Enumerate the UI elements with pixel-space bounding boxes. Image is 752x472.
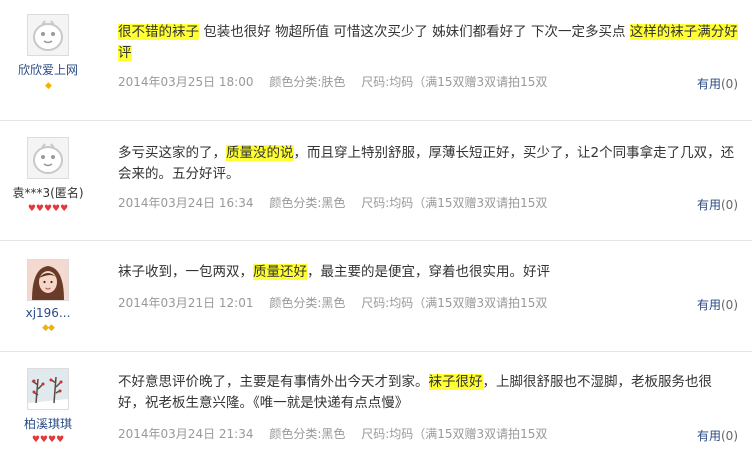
review-date: 2014年03月25日 18:00	[118, 75, 254, 89]
review-text-part: ，最主要的是便宜，穿着也很实用。好评	[307, 264, 550, 280]
review-date: 2014年03月24日 21:34	[118, 427, 254, 441]
review-text-part: 袜子收到，一包两双，	[118, 264, 253, 280]
review-text-part: 多亏买这家的了，	[118, 145, 226, 161]
useful-button[interactable]: 有用(0)	[697, 75, 738, 92]
useful-label: 有用	[696, 429, 721, 443]
reviewer-name: 袁***3(匿名)	[12, 186, 84, 200]
reviewer-name[interactable]: 柏溪琪琪	[0, 415, 96, 432]
useful-button[interactable]: 有用(0)	[697, 196, 738, 213]
review-text: 很不错的袜子 包装也很好 物超所值 可惜这次买少了 姊妹们都看好了 下次一定多买…	[118, 22, 738, 64]
color-option: 颜色分类:肤色	[269, 75, 346, 89]
review-text: 袜子收到，一包两双，质量还好，最主要的是便宜，穿着也很实用。好评	[118, 262, 738, 283]
review-item: 欣欣爱上网 ◆ 很不错的袜子 包装也很好 物超所值 可惜这次买少了 姊妹们都看好…	[0, 0, 752, 121]
heart-level-icon: ♥♥♥♥	[31, 435, 65, 445]
reviewer: 柏溪琪琪 ♥♥♥♥	[0, 368, 96, 445]
reviewer-name[interactable]: xj196...	[0, 306, 96, 320]
useful-button[interactable]: 有用(0)	[697, 296, 738, 313]
useful-label: 有用	[696, 298, 721, 312]
diamond-level-icon: ◆	[45, 81, 52, 91]
review-date: 2014年03月21日 12:01	[118, 296, 254, 310]
review-text: 不好意思评价晚了，主要是有事情外出今天才到家。袜子很好，上脚很舒服也不湿脚，老板…	[118, 372, 738, 414]
review-item: xj196... ◆◆ 袜子收到，一包两双，质量还好，最主要的是便宜，穿着也很实…	[0, 241, 752, 352]
useful-label: 有用	[696, 198, 721, 212]
ghost-avatar-icon[interactable]	[27, 14, 69, 56]
ghost-avatar-icon[interactable]	[27, 137, 69, 179]
review-meta: 2014年03月24日 21:34 颜色分类:黑色 尺码:均码（满15双赠3双请…	[118, 425, 559, 442]
review-item: 袁***3(匿名) ♥♥♥♥♥ 多亏买这家的了，质量没的说，而且穿上特别舒服，厚…	[0, 121, 752, 241]
heart-level-icon: ♥♥♥♥♥	[27, 204, 69, 214]
reviewer-name[interactable]: 欣欣爱上网	[0, 61, 96, 78]
reviewer: 袁***3(匿名) ♥♥♥♥♥	[0, 137, 96, 214]
color-option: 颜色分类:黑色	[269, 427, 346, 441]
useful-count: (0)	[721, 429, 738, 443]
highlight-tag: 质量没的说	[226, 145, 294, 161]
reviewer: 欣欣爱上网 ◆	[0, 14, 96, 91]
review-item: 柏溪琪琪 ♥♥♥♥ 不好意思评价晚了，主要是有事情外出今天才到家。袜子很好，上脚…	[0, 352, 752, 472]
review-text-part: 包装也很好 物超所值 可惜这次买少了 姊妹们都看好了 下次一定多买点	[199, 24, 630, 40]
color-option: 颜色分类:黑色	[269, 296, 346, 310]
size-option: 尺码:均码（满15双赠3双请拍15双	[361, 75, 548, 89]
useful-count: (0)	[721, 77, 738, 91]
size-option: 尺码:均码（满15双赠3双请拍15双	[361, 296, 548, 310]
snow-tree-avatar[interactable]	[27, 368, 69, 410]
review-text-part: 不好意思评价晚了，主要是有事情外出今天才到家。	[118, 374, 429, 390]
size-option: 尺码:均码（满15双赠3双请拍15双	[361, 427, 548, 441]
reviewer: xj196... ◆◆	[0, 259, 96, 333]
size-option: 尺码:均码（满15双赠3双请拍15双	[361, 196, 548, 210]
useful-button[interactable]: 有用(0)	[697, 427, 738, 444]
review-meta: 2014年03月24日 16:34 颜色分类:黑色 尺码:均码（满15双赠3双请…	[118, 194, 559, 211]
useful-count: (0)	[721, 298, 738, 312]
review-meta: 2014年03月25日 18:00 颜色分类:肤色 尺码:均码（满15双赠3双请…	[118, 73, 559, 90]
highlight-tag: 袜子很好	[428, 374, 483, 390]
highlight-tag: 质量还好	[253, 264, 307, 280]
review-list: 欣欣爱上网 ◆ 很不错的袜子 包装也很好 物超所值 可惜这次买少了 姊妹们都看好…	[0, 0, 752, 472]
user-photo-avatar[interactable]	[27, 259, 69, 301]
review-date: 2014年03月24日 16:34	[118, 196, 254, 210]
color-option: 颜色分类:黑色	[269, 196, 346, 210]
useful-count: (0)	[721, 198, 738, 212]
highlight-tag: 很不错的袜子	[118, 24, 199, 40]
review-text: 多亏买这家的了，质量没的说，而且穿上特别舒服，厚薄长短正好，买少了，让2个同事拿…	[118, 143, 738, 185]
diamond-level-icon: ◆◆	[42, 323, 55, 333]
useful-label: 有用	[696, 77, 721, 91]
review-meta: 2014年03月21日 12:01 颜色分类:黑色 尺码:均码（满15双赠3双请…	[118, 294, 559, 311]
